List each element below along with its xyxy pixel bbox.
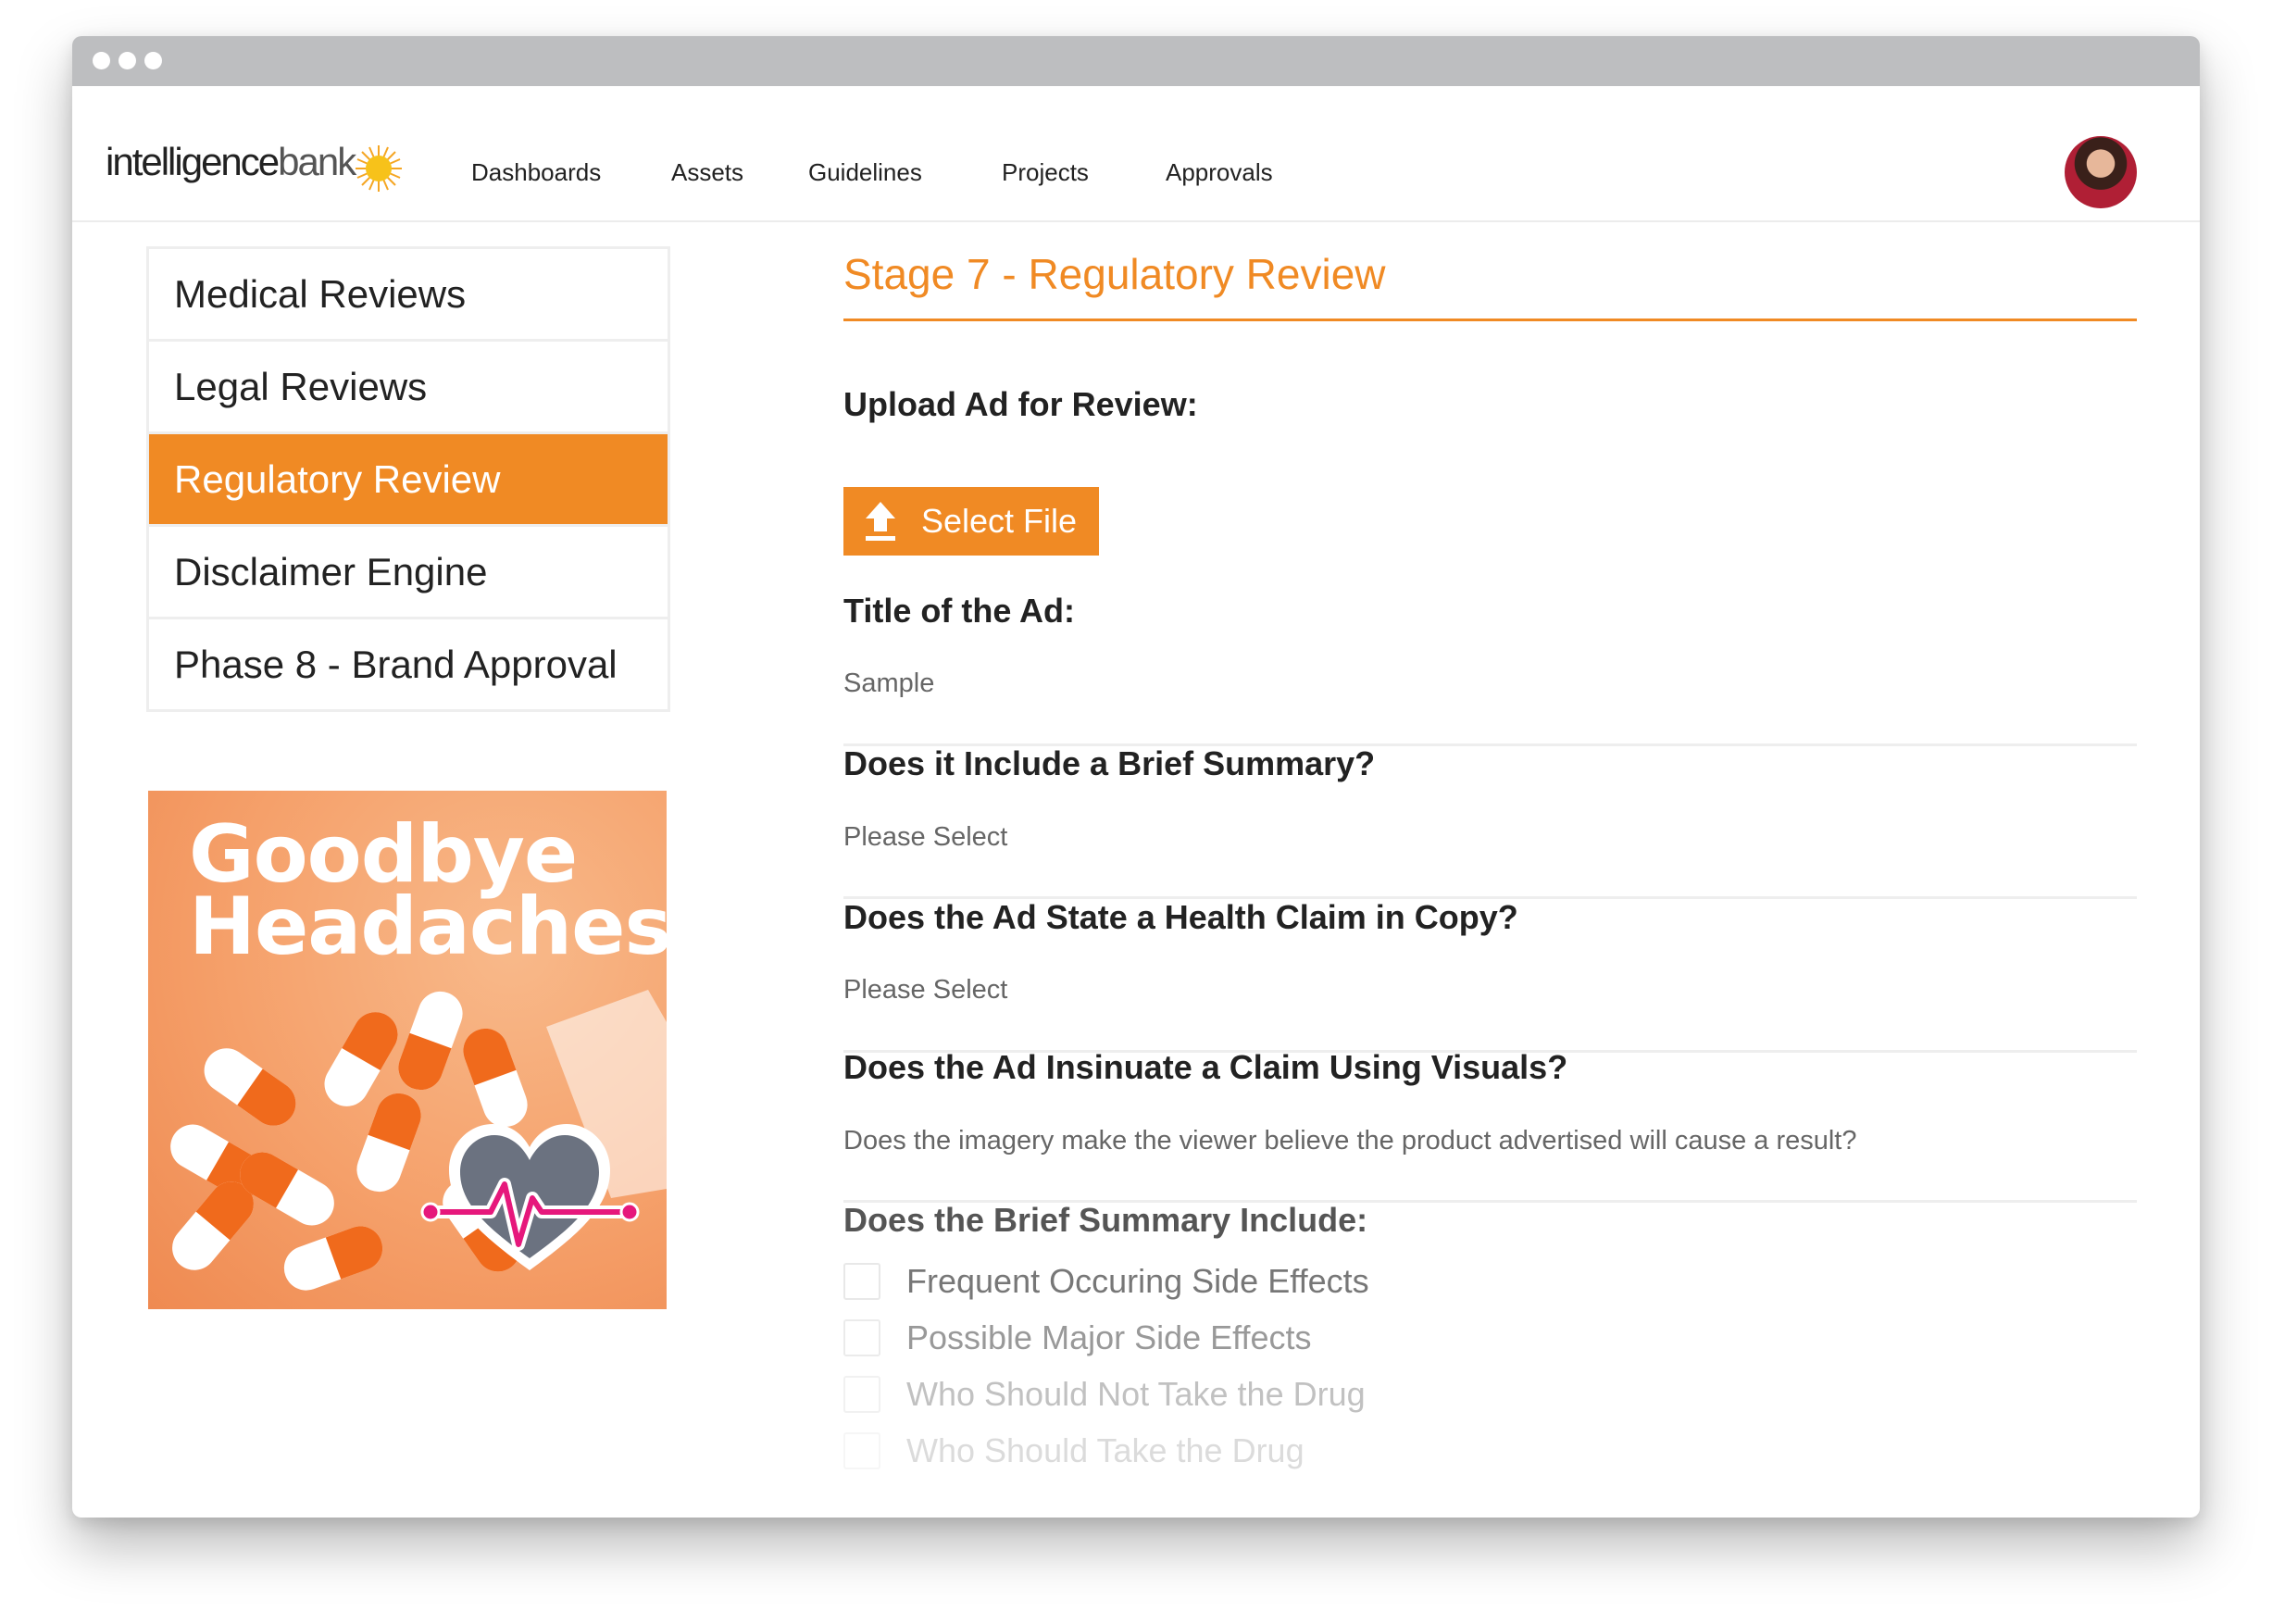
brief-summary-include-label: Does the Brief Summary Include: bbox=[843, 1201, 1368, 1239]
checkbox-label: Who Should Not Take the Drug bbox=[906, 1375, 1366, 1413]
user-avatar[interactable] bbox=[2065, 136, 2137, 208]
promo-image: Goodbye Headaches bbox=[148, 791, 667, 1309]
visual-claim-input[interactable]: Does the imagery make the viewer believe… bbox=[843, 1126, 1857, 1156]
nav-dashboards[interactable]: Dashboards bbox=[471, 158, 601, 186]
brief-summary-select[interactable]: Please Select bbox=[843, 822, 1007, 853]
sun-logo-icon bbox=[356, 145, 402, 192]
brand-logo[interactable]: intelligencebank bbox=[106, 140, 356, 183]
checkbox[interactable] bbox=[843, 1263, 880, 1300]
window-dot[interactable] bbox=[93, 52, 110, 69]
checkbox[interactable] bbox=[843, 1432, 880, 1469]
ad-title-label: Title of the Ad: bbox=[843, 592, 1075, 630]
select-file-label: Select File bbox=[921, 502, 1078, 540]
checkbox[interactable] bbox=[843, 1376, 880, 1413]
nav-guidelines[interactable]: Guidelines bbox=[808, 158, 922, 186]
review-sidebar: Medical Reviews Legal Reviews Regulatory… bbox=[146, 246, 670, 712]
sidebar-item-legal-reviews[interactable]: Legal Reviews bbox=[149, 342, 668, 434]
nav-assets[interactable]: Assets bbox=[671, 158, 743, 186]
logo-text-secondary: bank bbox=[278, 140, 356, 183]
logo-text-primary: intelligence bbox=[106, 140, 280, 183]
sidebar-item-brand-approval[interactable]: Phase 8 - Brand Approval bbox=[149, 619, 668, 709]
checkbox[interactable] bbox=[843, 1319, 880, 1356]
top-navbar: intelligencebank Dashboards Assets Guide… bbox=[72, 86, 2200, 222]
nav-approvals[interactable]: Approvals bbox=[1166, 158, 1273, 186]
brief-summary-label: Does it Include a Brief Summary? bbox=[843, 744, 1376, 782]
sidebar-item-disclaimer-engine[interactable]: Disclaimer Engine bbox=[149, 527, 668, 619]
sidebar-item-medical-reviews[interactable]: Medical Reviews bbox=[149, 249, 668, 342]
nav-projects[interactable]: Projects bbox=[1002, 158, 1089, 186]
window-dot[interactable] bbox=[119, 52, 136, 69]
window-titlebar bbox=[72, 36, 2200, 86]
health-claim-label: Does the Ad State a Health Claim in Copy… bbox=[843, 898, 1518, 936]
review-form: Stage 7 - Regulatory Review Upload Ad fo… bbox=[843, 246, 2137, 1469]
checkbox-label: Frequent Occuring Side Effects bbox=[906, 1262, 1369, 1300]
checkbox-label: Who Should Take the Drug bbox=[906, 1431, 1305, 1469]
sidebar-item-regulatory-review[interactable]: Regulatory Review bbox=[149, 434, 668, 527]
visual-claim-label: Does the Ad Insinuate a Claim Using Visu… bbox=[843, 1048, 1568, 1086]
health-claim-select[interactable]: Please Select bbox=[843, 975, 1007, 1006]
browser-window: intelligencebank Dashboards Assets Guide… bbox=[72, 36, 2200, 1518]
checkbox-label: Possible Major Side Effects bbox=[906, 1318, 1312, 1356]
upload-icon bbox=[866, 502, 895, 541]
ad-title-input[interactable]: Sample bbox=[843, 668, 934, 699]
upload-label: Upload Ad for Review: bbox=[843, 385, 1198, 423]
pills-illustration bbox=[162, 985, 667, 1297]
select-file-button[interactable]: Select File bbox=[843, 487, 1099, 556]
window-dot[interactable] bbox=[144, 52, 162, 69]
stage-title: Stage 7 - Regulatory Review bbox=[843, 246, 2137, 321]
